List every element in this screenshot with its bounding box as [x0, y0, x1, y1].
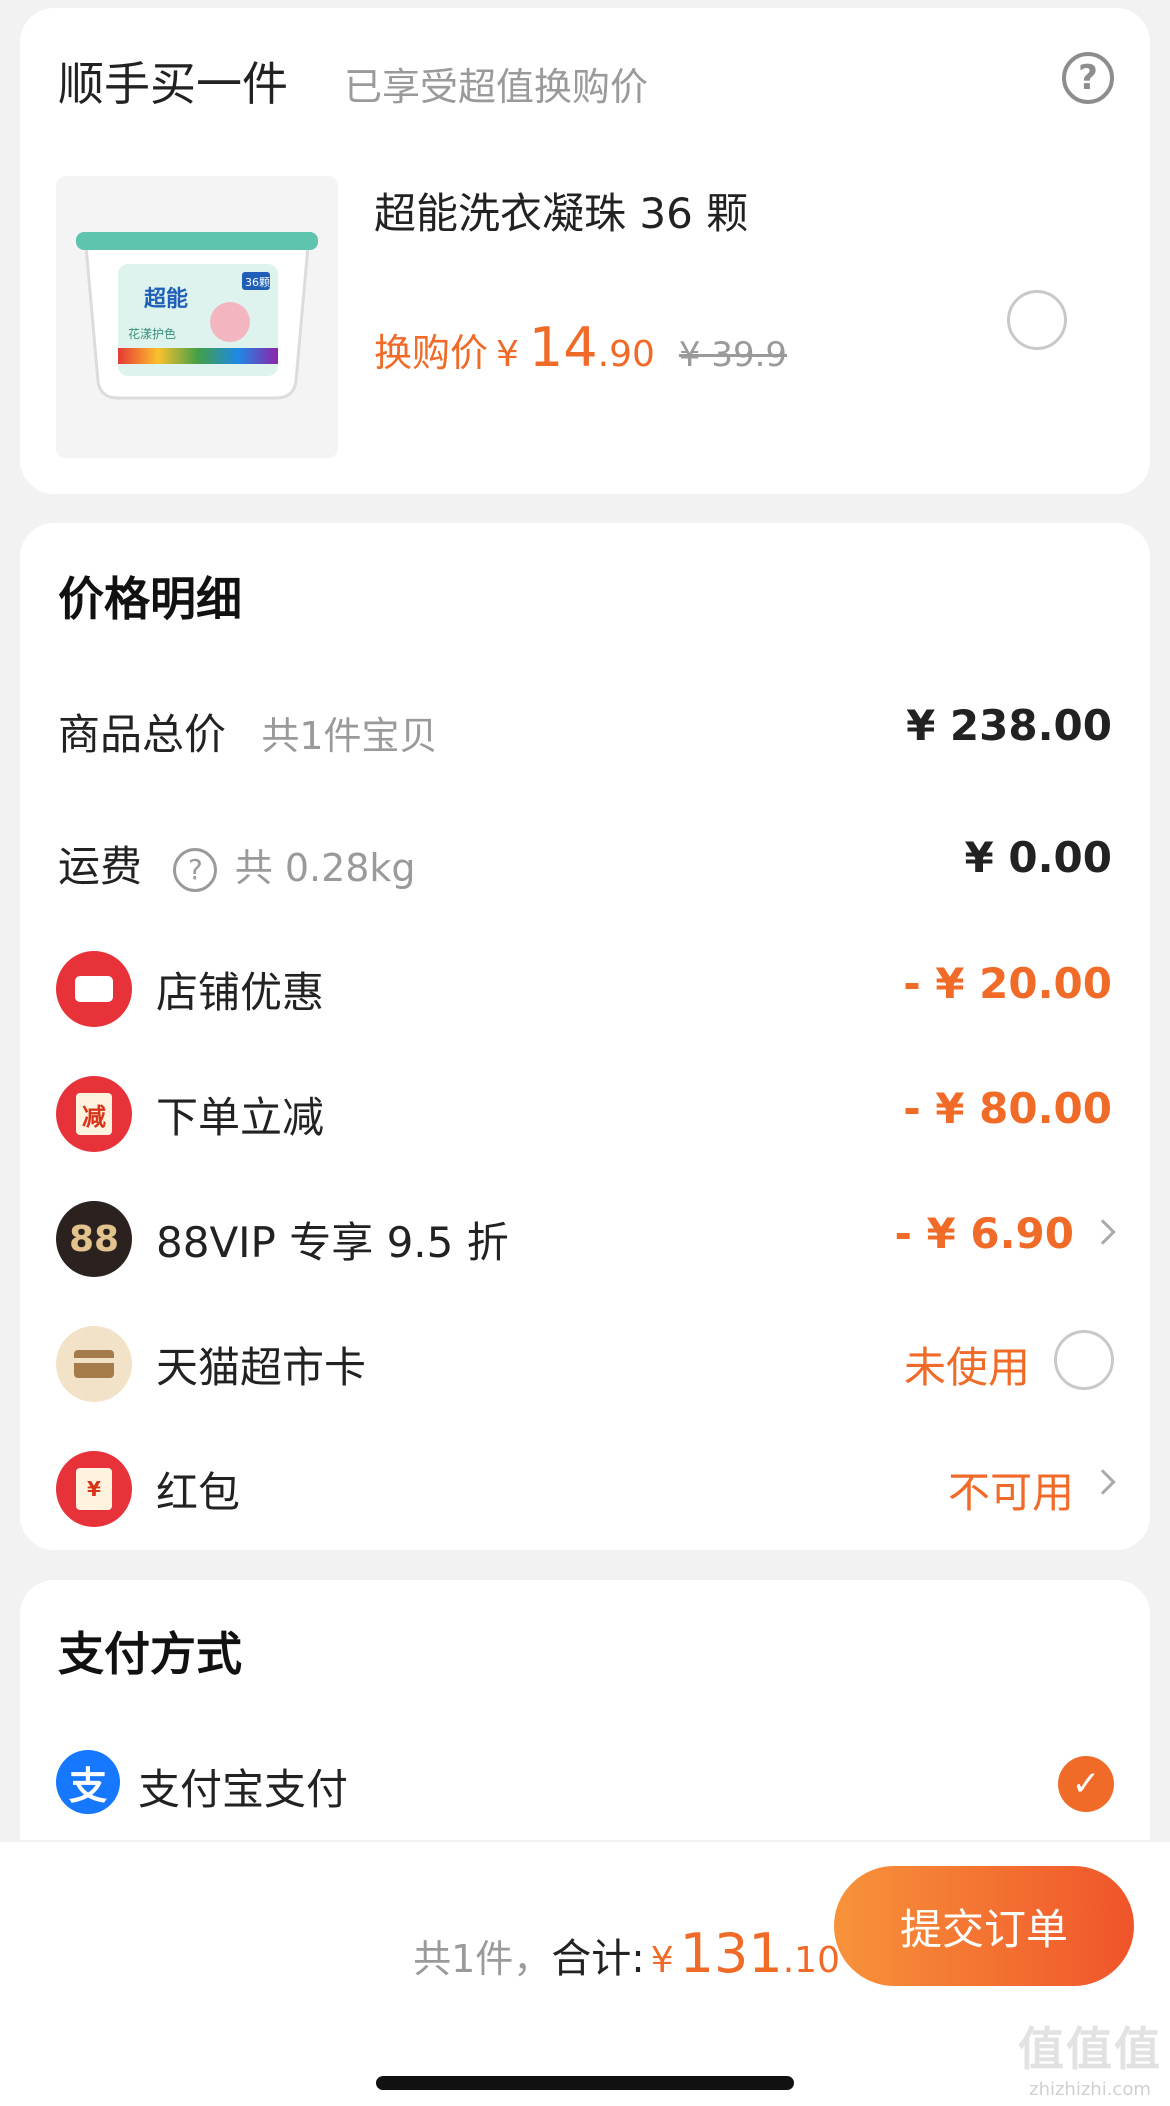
- order-confirmation-page: 顺手买一件 已享受超值换购价 ? 超能 36颗 花漾护色 超能洗衣凝珠 36 颗…: [0, 0, 1170, 2106]
- deal-price-decimal: .90: [597, 334, 655, 375]
- supermarket-card-status: 未使用: [903, 1343, 1030, 1392]
- bottom-bar: 共1件， 合计: ¥ 131 .10 提交订单: [0, 1842, 1170, 2106]
- row-supermarket-card[interactable]: 天猫超市卡 未使用: [20, 1316, 1150, 1406]
- item-count: 共1件，: [413, 1937, 552, 1981]
- deal-price: 换购价 ¥ 14 .90 ¥ 39.9: [374, 316, 787, 379]
- supermarket-card-label: 天猫超市卡: [156, 1343, 367, 1392]
- submit-order-button[interactable]: 提交订单: [834, 1866, 1134, 1986]
- goods-total-amount: ¥ 238.00: [906, 701, 1112, 750]
- watermark-logo: 值值值: [1018, 2022, 1162, 2076]
- upsell-title: 顺手买一件: [58, 57, 288, 111]
- total-label: 合计:: [551, 1936, 645, 1982]
- product-image[interactable]: 超能 36颗 花漾护色: [56, 176, 338, 458]
- svg-text:超能: 超能: [144, 286, 188, 312]
- supermarket-card-radio[interactable]: [1054, 1330, 1114, 1390]
- instant-discount-label: 下单立减: [156, 1093, 325, 1142]
- payment-card: 支付方式 支 支付宝支付 ✓: [20, 1580, 1150, 1840]
- total-currency: ¥: [650, 1940, 674, 1981]
- payment-title: 支付方式: [58, 1627, 242, 1681]
- shipping-amount: ¥ 0.00: [964, 833, 1112, 882]
- instant-discount-amount: - ¥ 80.00: [903, 1084, 1112, 1133]
- shipping-help-icon[interactable]: ?: [173, 847, 218, 892]
- alipay-icon: 支: [56, 1750, 120, 1814]
- product-name[interactable]: 超能洗衣凝珠 36 颗: [374, 180, 748, 241]
- vip88-icon: 88: [56, 1201, 132, 1277]
- shipping-label: 运费: [58, 842, 143, 891]
- vip-discount-label: 88VIP 专享 9.5 折: [156, 1218, 509, 1267]
- row-red-envelope[interactable]: ¥ 红包 不可用: [20, 1441, 1150, 1531]
- deal-price-label: 换购价: [374, 331, 489, 375]
- price-details-card: 价格明细 商品总价 共1件宝贝 ¥ 238.00 运费 ? 共 0.28kg ¥…: [20, 523, 1150, 1550]
- row-instant-discount[interactable]: 减 下单立减 - ¥ 80.00: [20, 1066, 1150, 1156]
- red-envelope-icon: ¥: [56, 1451, 132, 1527]
- chevron-right-icon[interactable]: [1090, 1219, 1116, 1245]
- shop-discount-amount: - ¥ 20.00: [903, 959, 1112, 1008]
- watermark: 值值值 zhizhizhi.com: [1018, 2013, 1162, 2100]
- row-shop-discount[interactable]: 店铺优惠 - ¥ 20.00: [20, 941, 1150, 1031]
- upsell-card: 顺手买一件 已享受超值换购价 ? 超能 36颗 花漾护色 超能洗衣凝珠 36 颗…: [20, 8, 1150, 494]
- goods-total-label: 商品总价: [58, 710, 227, 759]
- total-decimal: .10: [782, 1940, 840, 1981]
- vip-discount-amount: - ¥ 6.90: [894, 1209, 1074, 1258]
- deal-price-currency: ¥: [496, 334, 519, 375]
- svg-text:36颗: 36颗: [245, 276, 270, 289]
- goods-count-hint: 共1件宝贝: [261, 714, 438, 758]
- red-envelope-status: 不可用: [947, 1468, 1074, 1517]
- row-goods-total: 商品总价 共1件宝贝 ¥ 238.00: [20, 683, 1150, 773]
- shop-discount-label: 店铺优惠: [156, 968, 325, 1017]
- shipping-weight-hint: 共 0.28kg: [234, 846, 416, 890]
- row-vip-discount[interactable]: 88 88VIP 专享 9.5 折 - ¥ 6.90: [20, 1191, 1150, 1281]
- instant-discount-icon: 减: [56, 1076, 132, 1152]
- payment-method-label[interactable]: 支付宝支付: [138, 1756, 348, 1817]
- row-shipping: 运费 ? 共 0.28kg ¥ 0.00: [20, 815, 1150, 905]
- home-indicator[interactable]: [376, 2076, 794, 2090]
- upsell-select-radio[interactable]: [1007, 290, 1067, 350]
- upsell-subtitle: 已享受超值换购价: [344, 65, 649, 109]
- red-envelope-label: 红包: [156, 1468, 241, 1517]
- svg-text:花漾护色: 花漾护色: [128, 326, 176, 341]
- check-icon[interactable]: ✓: [1058, 1756, 1114, 1812]
- coupon-icon: [56, 951, 132, 1027]
- chevron-right-icon[interactable]: [1090, 1469, 1116, 1495]
- total-integer: 131: [679, 1922, 783, 1985]
- watermark-url: zhizhizhi.com: [1029, 2079, 1151, 2100]
- help-icon[interactable]: ?: [1062, 52, 1114, 104]
- price-details-title: 价格明细: [58, 572, 242, 626]
- order-total: 共1件， 合计: ¥ 131 .10: [413, 1922, 840, 1985]
- original-price: ¥ 39.9: [678, 335, 788, 375]
- detergent-pods-image: 超能 36颗 花漾护色: [56, 176, 338, 458]
- deal-price-integer: 14: [528, 316, 598, 379]
- card-icon: [56, 1326, 132, 1402]
